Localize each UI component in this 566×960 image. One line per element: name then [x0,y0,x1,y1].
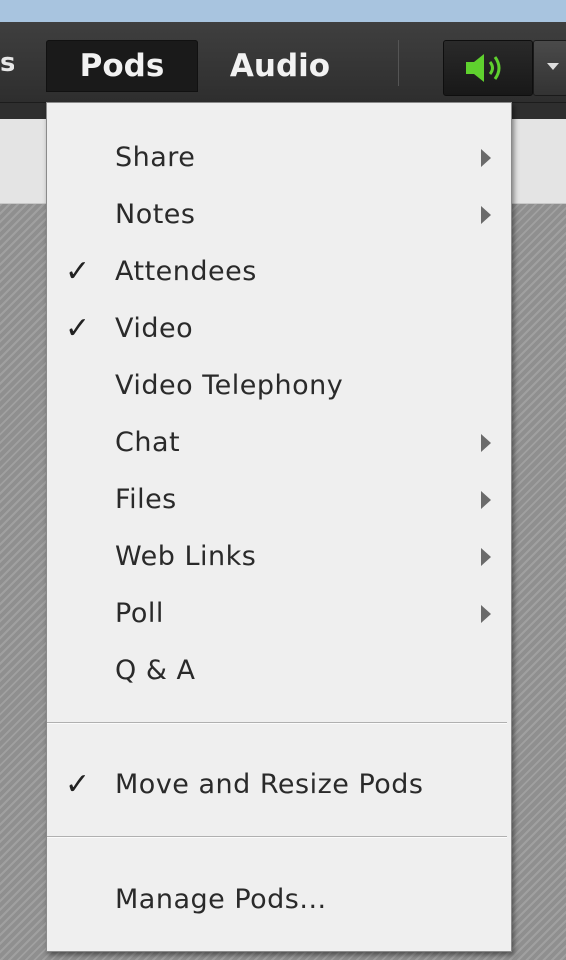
menu-divider [47,836,507,838]
checkmark-icon: ✓ [65,311,91,346]
menu-item-label: Chat [115,427,181,458]
submenu-arrow-icon [481,149,491,167]
speaker-button[interactable] [443,40,533,96]
menu-item-manage-pods[interactable]: Manage Pods... [47,875,511,925]
menu-item-web-links[interactable]: Web Links [47,532,511,582]
menu-item-chat[interactable]: Chat [47,418,511,468]
menu-item-move-and-resize-pods[interactable]: ✓ Move and Resize Pods [47,760,511,810]
menu-item-label: Video [115,313,194,344]
menu-bar: s Pods Audio [0,22,566,103]
menu-separator [398,40,399,86]
menu-item-notes[interactable]: Notes [47,190,511,240]
menu-item-label: Attendees [115,256,257,287]
menu-item-label: Poll [115,598,164,629]
menu-item-attendees[interactable]: ✓ Attendees [47,247,511,297]
menu-item-poll[interactable]: Poll [47,589,511,639]
speaker-volume-icon [466,54,501,82]
submenu-arrow-icon [481,491,491,509]
menu-pods[interactable]: Pods [46,40,198,92]
chevron-down-icon [547,63,559,70]
window-top-strip [0,0,566,22]
menu-item-label: Video Telephony [115,370,344,401]
menu-item-label: Move and Resize Pods [115,769,424,800]
menu-item-files[interactable]: Files [47,475,511,525]
submenu-arrow-icon [481,434,491,452]
menu-item-label: Files [115,484,177,515]
menu-item-partial[interactable]: s [0,48,14,78]
menu-item-label: Manage Pods... [115,884,327,915]
menu-item-label: Web Links [115,541,257,572]
menu-item-q-and-a[interactable]: Q & A [47,646,511,696]
menu-item-label: Share [115,142,196,173]
menu-item-video-telephony[interactable]: Video Telephony [47,361,511,411]
submenu-arrow-icon [481,605,491,623]
menu-item-video[interactable]: ✓ Video [47,304,511,354]
speaker-dropdown-button[interactable] [533,40,566,96]
menu-divider [47,722,507,724]
checkmark-icon: ✓ [65,254,91,289]
submenu-arrow-icon [481,206,491,224]
menu-item-share[interactable]: Share [47,133,511,183]
submenu-arrow-icon [481,548,491,566]
menu-audio[interactable]: Audio [210,40,350,92]
menu-item-label: Notes [115,199,196,230]
checkmark-icon: ✓ [65,767,91,802]
menu-item-label: Q & A [115,655,196,686]
pods-dropdown-menu: Share Notes ✓ Attendees ✓ Video Video Te… [46,102,512,952]
